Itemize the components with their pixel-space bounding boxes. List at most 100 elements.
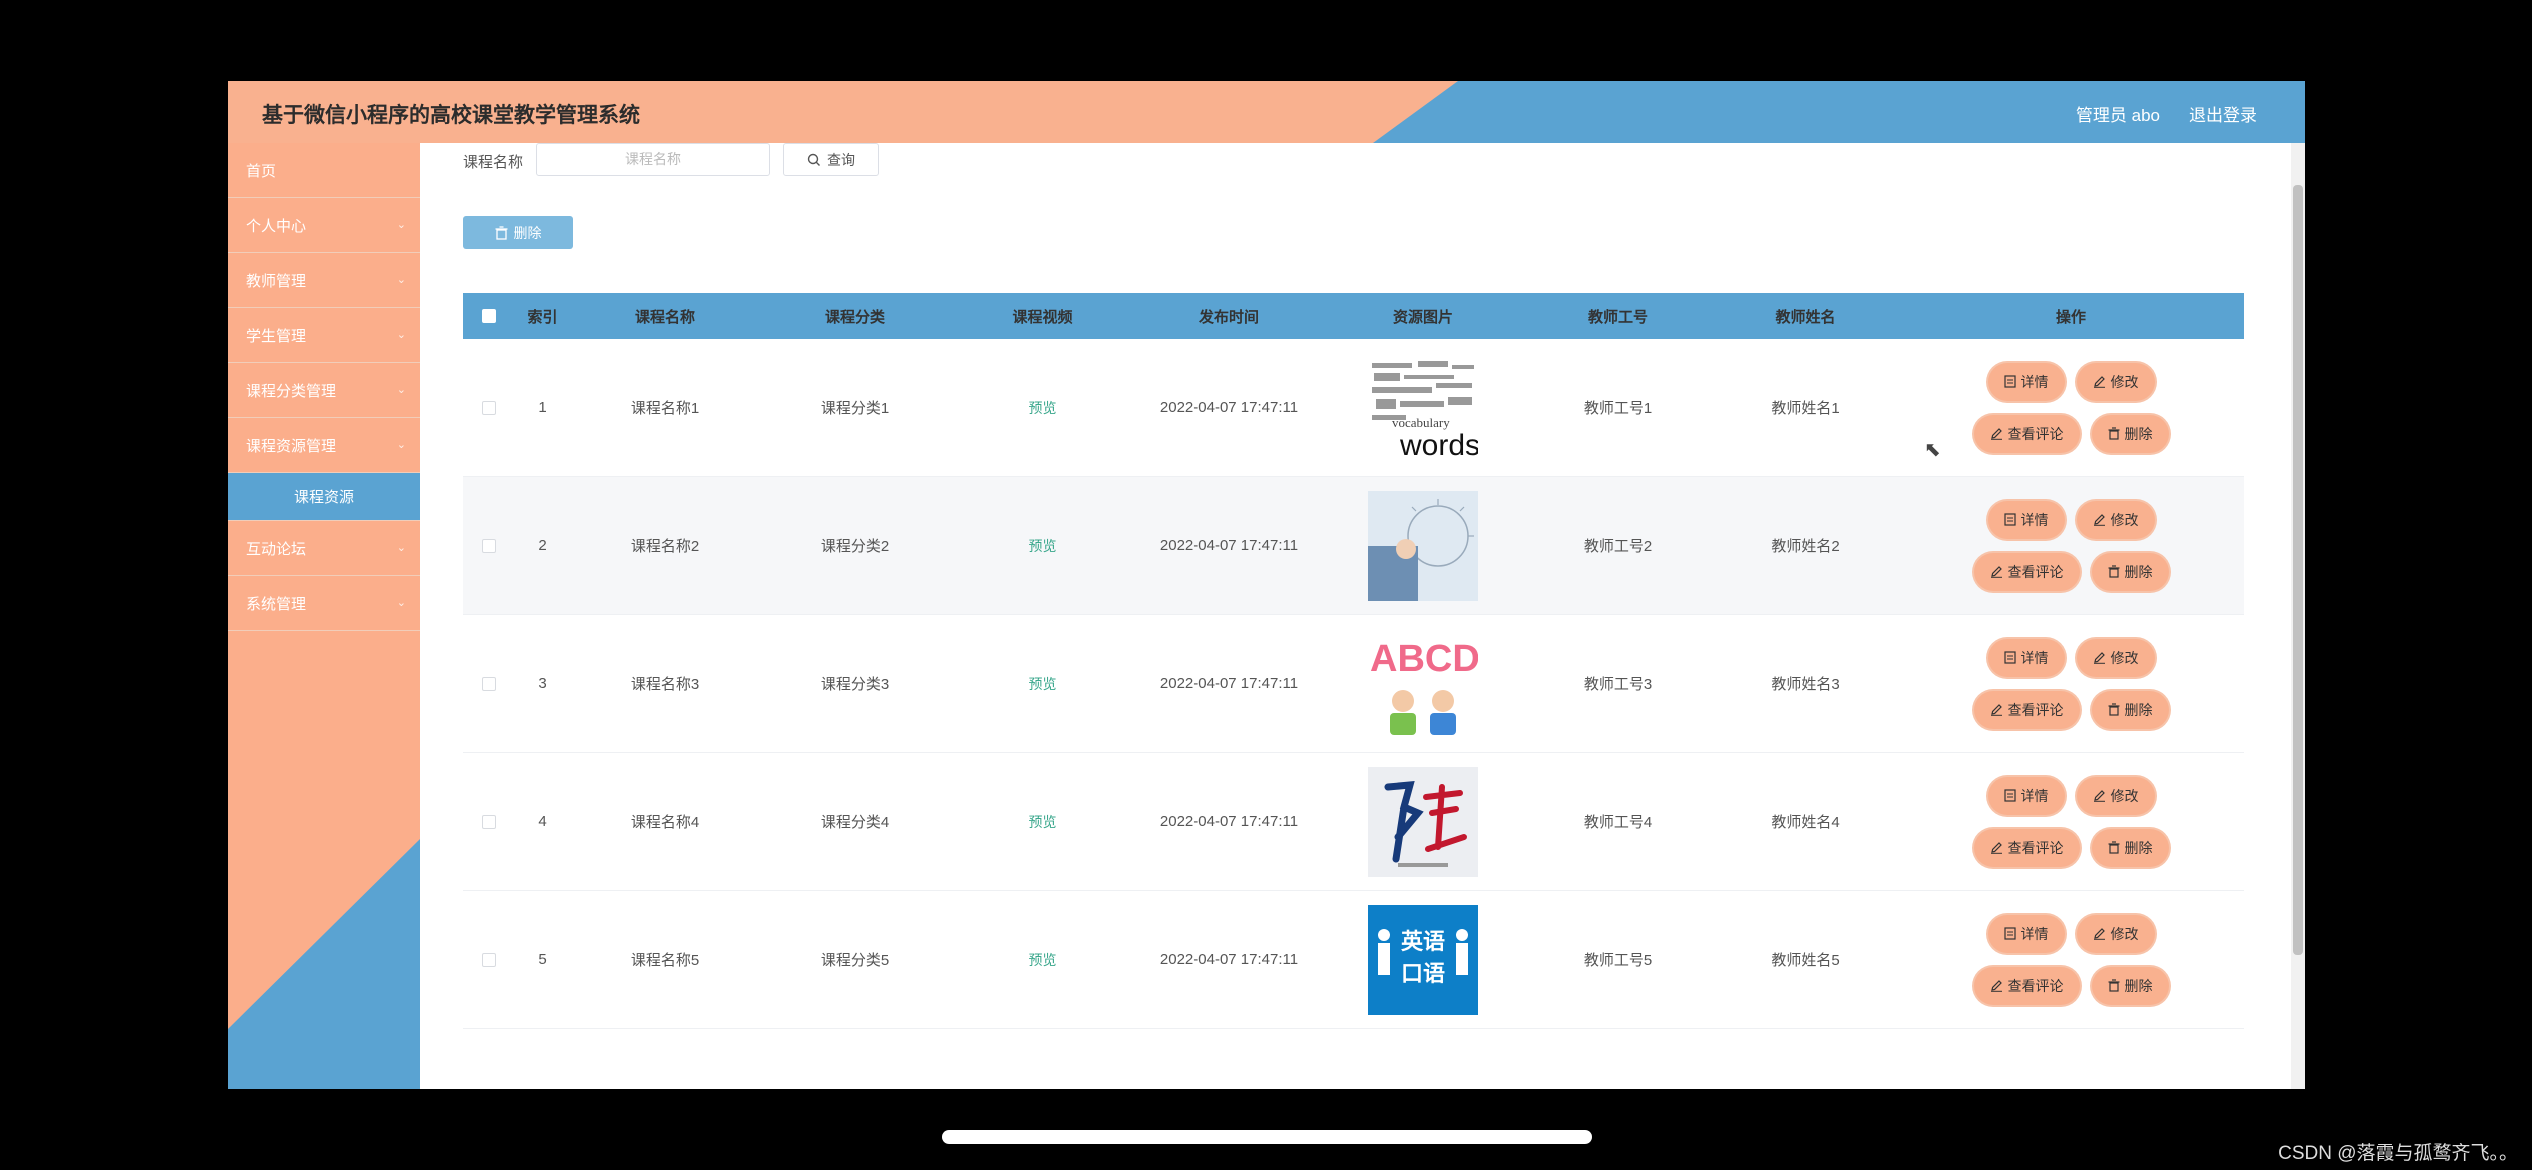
document-icon	[2003, 927, 2016, 940]
svg-text:vocabulary: vocabulary	[1392, 415, 1450, 430]
delete-button[interactable]: 删除	[2091, 552, 2169, 591]
cell-course-category: 课程分类5	[820, 952, 890, 969]
scrollbar-thumb[interactable]	[2293, 185, 2303, 955]
document-icon	[2003, 513, 2016, 526]
table-row: 2 课程名称2 课程分类2 预览 2022-04-07 17:47:11 教师工号2 教师姓…	[463, 477, 2244, 615]
delete-button[interactable]: 删除	[2091, 966, 2169, 1005]
sidebar-item-after-0[interactable]: 互动论坛 ⌄	[228, 521, 420, 576]
cell-publish-time: 2022-04-07 17:47:11	[1159, 537, 1299, 554]
trash-icon	[2108, 841, 2119, 854]
trash-icon	[2108, 427, 2119, 440]
table-row: 1 课程名称1 课程分类1 预览 2022-04-07 17:47:11 vocabula…	[463, 339, 2244, 477]
sidebar-item-after-1[interactable]: 系统管理 ⌄	[228, 576, 420, 631]
video-preview-link[interactable]: 预览	[1029, 952, 1057, 968]
search-button[interactable]: 查询	[783, 143, 879, 176]
cell-publish-time: 2022-04-07 17:47:11	[1159, 675, 1299, 692]
cell-teacher-name: 教师姓名1	[1771, 400, 1840, 417]
sidebar-item-label: 个人中心	[246, 217, 307, 235]
cell-teacher-no: 教师工号1	[1583, 400, 1653, 417]
cell-course-name: 课程名称1	[630, 400, 700, 417]
edit-button[interactable]: 修改	[2076, 638, 2155, 677]
sidebar-item-2[interactable]: 教师管理 ⌄	[228, 253, 420, 308]
row-checkbox[interactable]	[482, 400, 496, 415]
detail-button[interactable]: 详情	[1987, 776, 2065, 815]
delete-button[interactable]: 删除	[2091, 414, 2169, 453]
sidebar-item-3[interactable]: 学生管理 ⌄	[228, 308, 420, 363]
edit-button[interactable]: 修改	[2076, 500, 2155, 539]
view-comments-button[interactable]: 查看评论	[1973, 828, 2080, 867]
row-checkbox[interactable]	[482, 538, 496, 553]
scrollbar[interactable]	[2291, 143, 2305, 1089]
watermark: CSDN @落霞与孤鹜齐飞。。	[2278, 1143, 2518, 1164]
sidebar-corner-decor	[228, 839, 420, 1089]
delete-button-label: 删除	[2124, 977, 2153, 994]
row-checkbox[interactable]	[482, 814, 496, 829]
video-preview-link[interactable]: 预览	[1029, 400, 1057, 416]
header-teacher-name: 教师姓名	[1775, 308, 1836, 326]
search-button-label: 查询	[827, 151, 855, 168]
table-header: 索引 课程名称 课程分类 课程视频 发布时间 资源图片 教师工号 教师姓名 操作	[463, 293, 2244, 339]
row-checkbox[interactable]	[482, 952, 496, 967]
cell-teacher-name: 教师姓名5	[1771, 952, 1840, 969]
row-checkbox[interactable]	[482, 676, 496, 691]
bulk-delete-button[interactable]: 删除	[463, 216, 573, 249]
video-preview-link[interactable]: 预览	[1029, 676, 1057, 692]
cell-teacher-no: 教师工号4	[1583, 814, 1653, 831]
calligraphy-image	[1368, 766, 1478, 877]
cell-publish-time: 2022-04-07 17:47:11	[1159, 399, 1299, 416]
search-input[interactable]: 课程名称	[536, 143, 770, 176]
edit-button[interactable]: 修改	[2076, 914, 2155, 953]
edit-button[interactable]: 修改	[2076, 776, 2155, 815]
delete-button[interactable]: 删除	[2091, 828, 2169, 867]
detail-button[interactable]: 详情	[1987, 500, 2065, 539]
view-comments-button[interactable]: 查看评论	[1973, 966, 2080, 1005]
sidebar-item-label: 课程资源管理	[246, 437, 337, 455]
cell-course-name: 课程名称2	[630, 538, 700, 555]
view-comments-button[interactable]: 查看评论	[1973, 552, 2080, 591]
detail-button[interactable]: 详情	[1987, 914, 2065, 953]
chevron-down-icon: ⌄	[396, 384, 406, 396]
detail-button[interactable]: 详情	[1987, 362, 2065, 401]
sidebar-item-1[interactable]: 个人中心 ⌄	[228, 198, 420, 253]
trash-icon	[2108, 703, 2119, 716]
edit-icon	[2093, 376, 2105, 388]
sidebar-item-4[interactable]: 课程分类管理 ⌄	[228, 363, 420, 418]
delete-button-label: 删除	[2124, 563, 2153, 580]
cell-course-category: 课程分类2	[820, 538, 890, 555]
edit-button[interactable]: 修改	[2076, 362, 2155, 401]
cell-teacher-name: 教师姓名2	[1771, 538, 1840, 555]
edit-button-label: 修改	[2110, 925, 2139, 942]
edit-button-label: 修改	[2110, 373, 2139, 390]
header-index: 索引	[527, 308, 558, 326]
sidebar-subitem-course-resource[interactable]: 课程资源	[228, 473, 420, 521]
user-label: 管理员 abo	[2075, 106, 2160, 125]
edit-button-label: 修改	[2110, 511, 2139, 528]
cell-course-name: 课程名称3	[630, 676, 700, 693]
edit-icon	[2093, 790, 2105, 802]
search-label: 课程名称	[463, 154, 524, 171]
view-comments-button[interactable]: 查看评论	[1973, 690, 2080, 729]
sidebar-item-0[interactable]: 首页	[228, 143, 420, 198]
edit-icon	[2093, 514, 2105, 526]
delete-button[interactable]: 删除	[2091, 690, 2169, 729]
vocabulary-words-image: vocabulary words	[1368, 352, 1478, 463]
header-teacher-no: 教师工号	[1587, 308, 1648, 326]
view-comments-button-label: 查看评论	[2007, 701, 2064, 718]
view-comments-button[interactable]: 查看评论	[1973, 414, 2080, 453]
abcd-kids-image: ABCD	[1368, 628, 1478, 739]
sidebar-item-5[interactable]: 课程资源管理 ⌄	[228, 418, 420, 473]
select-all-checkbox[interactable]	[482, 309, 496, 323]
header-resource-image: 资源图片	[1392, 308, 1453, 326]
video-preview-link[interactable]: 预览	[1029, 814, 1057, 830]
cell-publish-time: 2022-04-07 17:47:11	[1159, 813, 1299, 830]
document-icon	[2003, 789, 2016, 802]
detail-button-label: 详情	[2020, 511, 2049, 528]
course-table: 索引 课程名称 课程分类 课程视频 发布时间 资源图片 教师工号 教师姓名 操作…	[463, 293, 2244, 1029]
video-preview-link[interactable]: 预览	[1029, 538, 1057, 554]
detail-button[interactable]: 详情	[1987, 638, 2065, 677]
sidebar-item-label: 首页	[246, 162, 277, 180]
detail-button-label: 详情	[2020, 925, 2049, 942]
search-icon	[807, 153, 820, 166]
cell-course-name: 课程名称5	[630, 952, 700, 969]
logout-link[interactable]: 退出登录	[2189, 101, 2257, 126]
